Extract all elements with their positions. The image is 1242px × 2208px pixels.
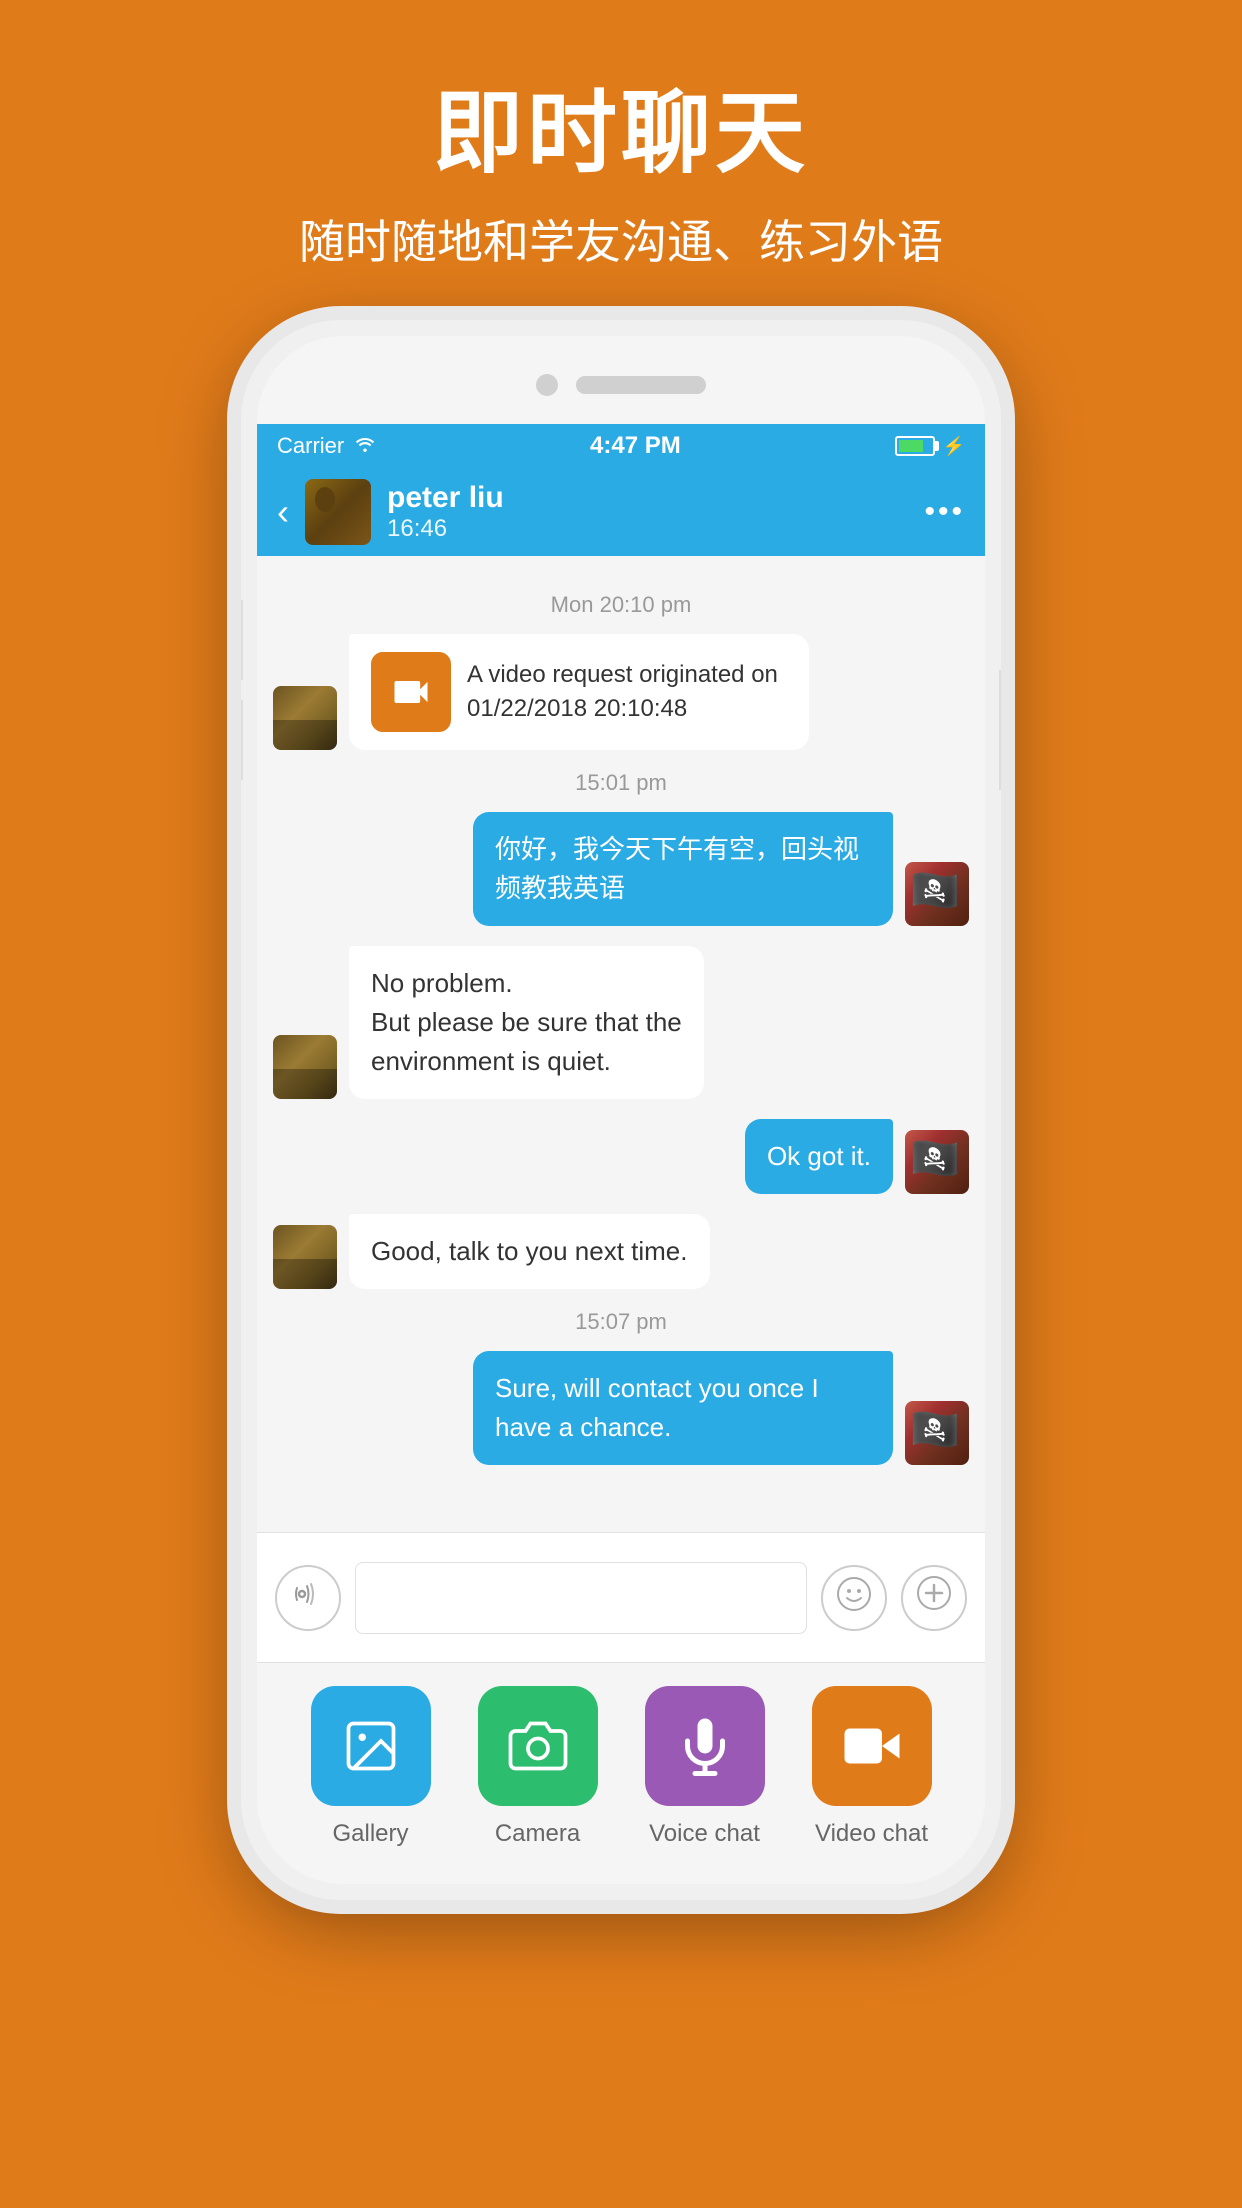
timestamp-1: Mon 20:10 pm <box>273 592 969 618</box>
voice-chat-tool[interactable]: Voice chat <box>645 1686 765 1848</box>
input-bar <box>257 1532 985 1662</box>
timestamp-3: 15:07 pm <box>273 1309 969 1335</box>
contact-info: peter liu 16:46 <box>387 481 908 543</box>
front-camera <box>536 374 558 396</box>
add-button[interactable] <box>901 1565 967 1631</box>
charging-icon: ⚡ <box>943 436 965 457</box>
chat-messages-area: Mon 20:10 pm A video request originated … <box>257 556 985 1534</box>
contact-name: peter liu <box>387 481 908 515</box>
received-bubble: Good, talk to you next time. <box>349 1214 710 1289</box>
camera-label: Camera <box>495 1820 580 1848</box>
plus-icon <box>916 1575 952 1620</box>
phone-inner: Carrier 4:47 PM ⚡ ‹ <box>257 336 985 1884</box>
battery-fill <box>899 440 923 452</box>
voice-chat-label: Voice chat <box>649 1820 760 1848</box>
video-request-bubble: A video request originated on 01/22/2018… <box>349 634 809 750</box>
page-title: 即时聊天 <box>0 60 1242 190</box>
carrier-label: Carrier <box>277 433 344 459</box>
message-row: A video request originated on 01/22/2018… <box>273 634 969 750</box>
message-row: Sure, will contact you once I have a cha… <box>273 1351 969 1465</box>
sender-avatar <box>273 1035 337 1099</box>
contact-avatar <box>305 479 371 545</box>
video-icon-box <box>812 1686 932 1806</box>
video-chat-label: Video chat <box>815 1820 928 1848</box>
emoji-icon <box>836 1576 872 1620</box>
page-subtitle: 随时随地和学友沟通、练习外语 <box>0 206 1242 272</box>
top-section: 即时聊天 随时随地和学友沟通、练习外语 <box>0 0 1242 312</box>
status-time: 4:47 PM <box>590 432 681 460</box>
volume-down-button <box>241 700 243 780</box>
sent-bubble: Sure, will contact you once I have a cha… <box>473 1351 893 1465</box>
phone-top-decoration <box>536 374 706 396</box>
back-button[interactable]: ‹ <box>277 491 289 533</box>
bottom-toolbar: Gallery Camera <box>257 1662 985 1884</box>
message-row: 你好，我今天下午有空，回头视频教我英语 <box>273 812 969 926</box>
message-input[interactable] <box>355 1562 807 1634</box>
my-avatar <box>905 1130 969 1194</box>
video-request-text: A video request originated on 01/22/2018… <box>467 658 787 725</box>
speaker-grille <box>576 376 706 394</box>
camera-tool[interactable]: Camera <box>478 1686 598 1848</box>
my-avatar <box>905 1401 969 1465</box>
voice-waves-icon <box>292 1578 324 1617</box>
my-avatar <box>905 862 969 926</box>
wifi-icon <box>354 436 376 457</box>
battery-icon <box>895 436 935 456</box>
sent-bubble: 你好，我今天下午有空，回头视频教我英语 <box>473 812 893 926</box>
message-row: No problem. But please be sure that the … <box>273 946 969 1099</box>
video-chat-tool[interactable]: Video chat <box>812 1686 932 1848</box>
phone-screen: Carrier 4:47 PM ⚡ ‹ <box>257 424 985 1884</box>
contact-avatar-image <box>305 479 371 545</box>
chat-header: ‹ peter liu 16:46 ••• <box>257 468 985 556</box>
status-left: Carrier <box>277 433 376 459</box>
message-row: Good, talk to you next time. <box>273 1214 969 1289</box>
contact-status-time: 16:46 <box>387 515 908 543</box>
video-request-icon <box>371 652 451 732</box>
voice-toggle-button[interactable] <box>275 1565 341 1631</box>
emoji-button[interactable] <box>821 1565 887 1631</box>
sender-avatar <box>273 1225 337 1289</box>
received-bubble: No problem. But please be sure that the … <box>349 946 704 1099</box>
voice-icon-box <box>645 1686 765 1806</box>
volume-up-button <box>241 600 243 680</box>
sender-avatar <box>273 686 337 750</box>
gallery-icon-box <box>311 1686 431 1806</box>
timestamp-2: 15:01 pm <box>273 770 969 796</box>
status-right: ⚡ <box>895 436 965 457</box>
status-bar: Carrier 4:47 PM ⚡ <box>257 424 985 468</box>
phone-frame: Carrier 4:47 PM ⚡ ‹ <box>241 320 1001 1900</box>
camera-icon-box <box>478 1686 598 1806</box>
more-options-button[interactable]: ••• <box>924 495 965 529</box>
message-row: Ok got it. <box>273 1119 969 1194</box>
gallery-tool[interactable]: Gallery <box>311 1686 431 1848</box>
sent-bubble: Ok got it. <box>745 1119 893 1194</box>
power-button <box>999 670 1001 790</box>
gallery-label: Gallery <box>332 1820 408 1848</box>
